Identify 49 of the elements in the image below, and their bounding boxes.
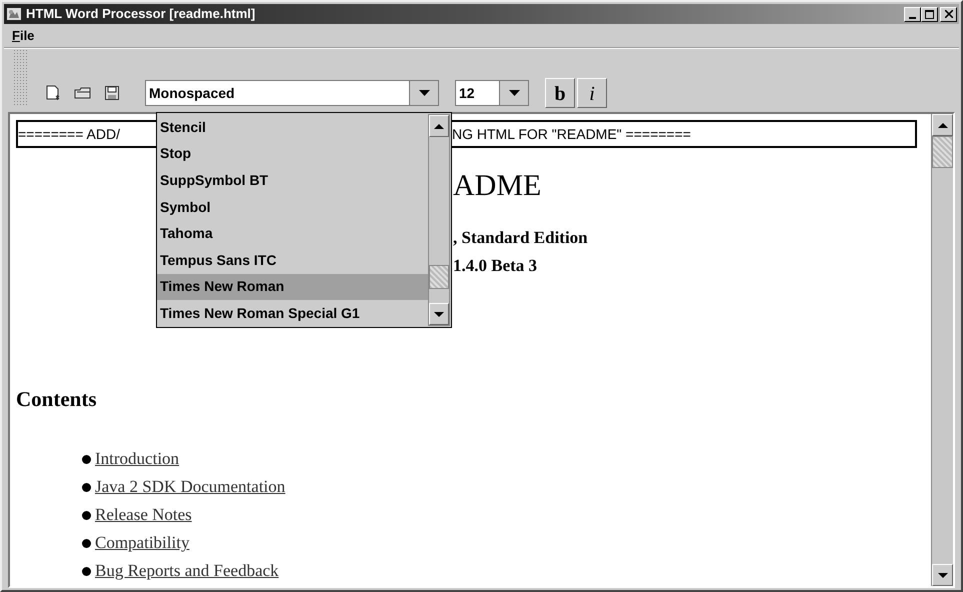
scroll-up-arrow-icon — [434, 124, 444, 128]
list-scrollbar[interactable] — [428, 114, 450, 326]
font-list-item[interactable]: SuppSymbol BT — [157, 167, 428, 194]
bullet-icon — [82, 566, 91, 576]
dropdown-arrow-icon — [418, 90, 430, 96]
section-heading: Contents — [16, 386, 97, 413]
font-list-item[interactable]: Symbol — [157, 194, 428, 220]
app-icon — [6, 6, 22, 22]
scroll-up-arrow-icon — [938, 122, 948, 128]
font-list-item[interactable]: Stop — [157, 140, 428, 168]
scroll-down-arrow-icon — [938, 572, 948, 578]
document-title: ADME — [453, 168, 542, 204]
document-link[interactable]: Release Notes — [95, 502, 192, 528]
maximize-icon — [925, 10, 934, 18]
new-document-icon[interactable] — [44, 84, 62, 102]
document-link[interactable]: Java 2 SDK Documentation — [95, 474, 286, 500]
banner-text: NG HTML FOR "README" ======== — [452, 124, 691, 144]
bullet-icon — [82, 538, 91, 548]
scroll-thumb[interactable] — [429, 265, 449, 289]
minimize-icon — [909, 16, 916, 18]
banner-text: ======== ADD/ — [18, 124, 121, 144]
document-link[interactable]: Compatibility — [95, 530, 190, 556]
minimize-button[interactable] — [904, 6, 921, 22]
maximize-button[interactable] — [921, 6, 938, 22]
bullet-icon — [82, 482, 91, 492]
italic-button[interactable]: i — [577, 78, 607, 108]
dropdown-arrow-icon — [508, 90, 520, 96]
size-combo-box[interactable]: 12 — [455, 80, 529, 106]
scroll-down-arrow-icon — [434, 312, 444, 316]
open-folder-icon[interactable] — [74, 86, 92, 100]
vertical-scrollbar[interactable] — [931, 114, 953, 586]
window-title: HTML Word Processor [readme.html] — [26, 5, 256, 24]
close-icon — [944, 10, 952, 18]
bullet-icon — [82, 454, 91, 464]
document-link[interactable]: Bug Reports and Feedback — [95, 558, 279, 584]
font-list-item[interactable]: Times New Roman Special G1 — [157, 300, 428, 327]
menu-item[interactable]: File — [10, 26, 36, 46]
scroll-thumb[interactable] — [932, 136, 953, 168]
document-link[interactable]: Introduction — [95, 446, 180, 472]
font-list-item[interactable]: Tahoma — [157, 220, 428, 247]
bold-button[interactable]: b — [545, 78, 575, 108]
font-list-item[interactable]: Tempus Sans ITC — [157, 246, 428, 274]
subtitle-text: 1.4.0 Beta 3 — [453, 255, 538, 277]
font-list-item[interactable]: Stencil — [157, 114, 428, 141]
subtitle-text: , Standard Edition — [453, 227, 588, 249]
font-combo-box[interactable]: Monospaced — [145, 80, 439, 106]
bullet-icon — [82, 510, 91, 520]
close-button[interactable] — [940, 6, 957, 22]
font-list-item[interactable]: Times New Roman — [157, 274, 428, 300]
